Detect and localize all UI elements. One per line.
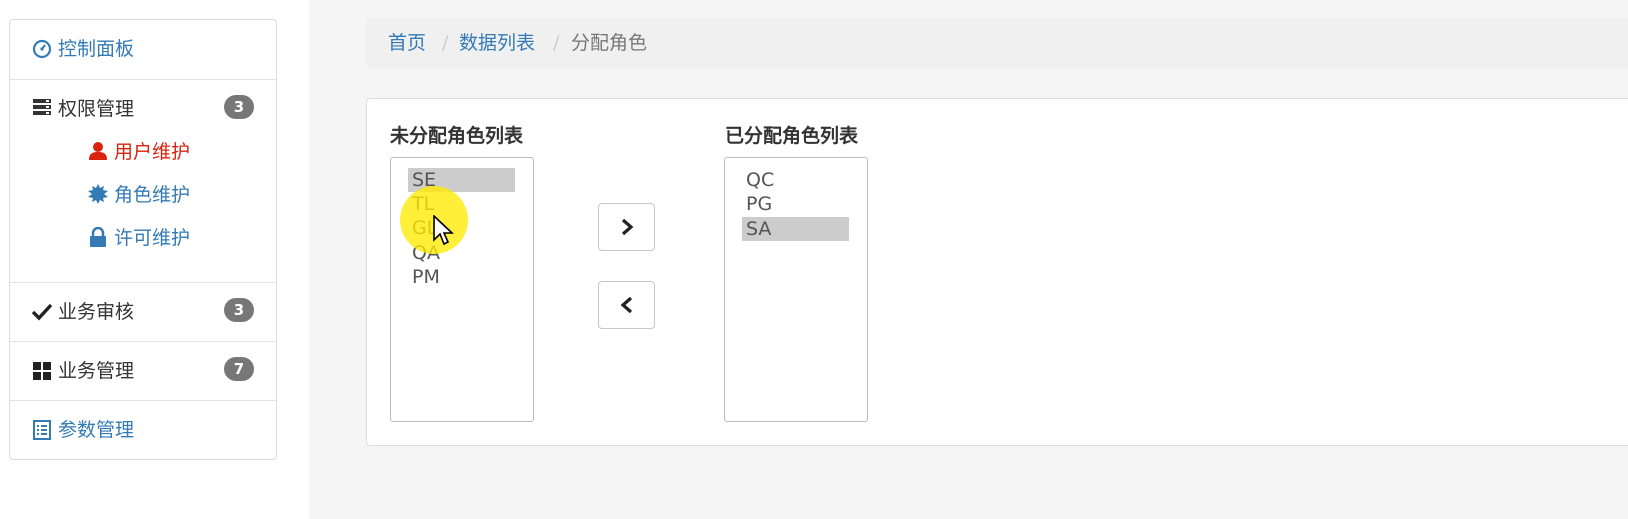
certificate-icon bbox=[88, 184, 108, 204]
mouse-pointer-icon bbox=[433, 215, 455, 246]
assigned-list-title: 已分配角色列表 bbox=[725, 125, 859, 147]
move-right-button[interactable] bbox=[598, 203, 655, 251]
sidebar-subitem-permission[interactable]: 许可维护 bbox=[88, 226, 228, 250]
sidebar-subitem-user[interactable]: 用户维护 bbox=[88, 140, 228, 164]
dashboard-icon bbox=[32, 39, 52, 59]
sidebar: 控制面板 权限管理 3 用户维护 角色维护 许可维护 业务审核 3 业务管理 7… bbox=[9, 19, 277, 460]
breadcrumb-link-data-list[interactable]: 数据列表 bbox=[459, 18, 535, 69]
breadcrumb-link-home[interactable]: 首页 bbox=[388, 18, 426, 69]
sidebar-group-permissions: 权限管理 3 用户维护 角色维护 许可维护 bbox=[10, 80, 276, 282]
breadcrumb-separator: / bbox=[553, 32, 560, 54]
assign-role-panel: 未分配角色列表 SE TL GL QA PM 已分配角色列表 QC PG SA bbox=[366, 98, 1628, 446]
sidebar-item-permissions[interactable]: 权限管理 3 bbox=[10, 80, 276, 120]
count-badge: 3 bbox=[224, 95, 254, 119]
sidebar-item-dashboard[interactable]: 控制面板 bbox=[10, 20, 276, 79]
unassigned-list-title: 未分配角色列表 bbox=[390, 125, 524, 147]
list-option[interactable]: QC bbox=[742, 168, 849, 192]
breadcrumb-current: 分配角色 bbox=[571, 32, 648, 54]
chevron-left-icon bbox=[620, 296, 632, 314]
sidebar-item-audit[interactable]: 业务审核 3 bbox=[10, 283, 276, 341]
sidebar-item-business[interactable]: 业务管理 7 bbox=[10, 342, 276, 400]
server-icon bbox=[33, 99, 51, 115]
count-badge: 7 bbox=[224, 357, 254, 381]
check-icon bbox=[32, 303, 52, 321]
lock-icon bbox=[90, 227, 106, 247]
breadcrumb-separator: / bbox=[442, 32, 449, 54]
list-alt-icon bbox=[33, 420, 51, 440]
breadcrumb: 首页 / 数据列表 / 分配角色 bbox=[366, 18, 1628, 69]
list-option[interactable]: SA bbox=[742, 217, 849, 241]
sidebar-item-label: 参数管理 bbox=[58, 419, 135, 441]
sidebar-item-label: 控制面板 bbox=[58, 38, 135, 60]
list-option[interactable]: PG bbox=[742, 192, 849, 216]
assigned-roles-listbox[interactable]: QC PG SA bbox=[724, 157, 868, 422]
list-option[interactable]: PM bbox=[408, 265, 515, 289]
move-left-button[interactable] bbox=[598, 281, 655, 329]
sidebar-subitem-role[interactable]: 角色维护 bbox=[88, 183, 228, 207]
sidebar-item-label: 权限管理 bbox=[58, 98, 135, 120]
user-icon bbox=[89, 142, 107, 160]
sidebar-item-label: 业务管理 bbox=[58, 360, 135, 382]
chevron-right-icon bbox=[621, 218, 633, 236]
sidebar-item-params[interactable]: 参数管理 bbox=[10, 401, 276, 459]
grid-icon bbox=[33, 362, 51, 380]
sidebar-item-label: 业务审核 bbox=[58, 301, 135, 323]
sidebar-subitem-label: 许可维护 bbox=[114, 227, 191, 249]
sidebar-subitem-label: 用户维护 bbox=[114, 141, 191, 163]
sidebar-subitem-label: 角色维护 bbox=[114, 184, 191, 206]
count-badge: 3 bbox=[224, 298, 254, 322]
